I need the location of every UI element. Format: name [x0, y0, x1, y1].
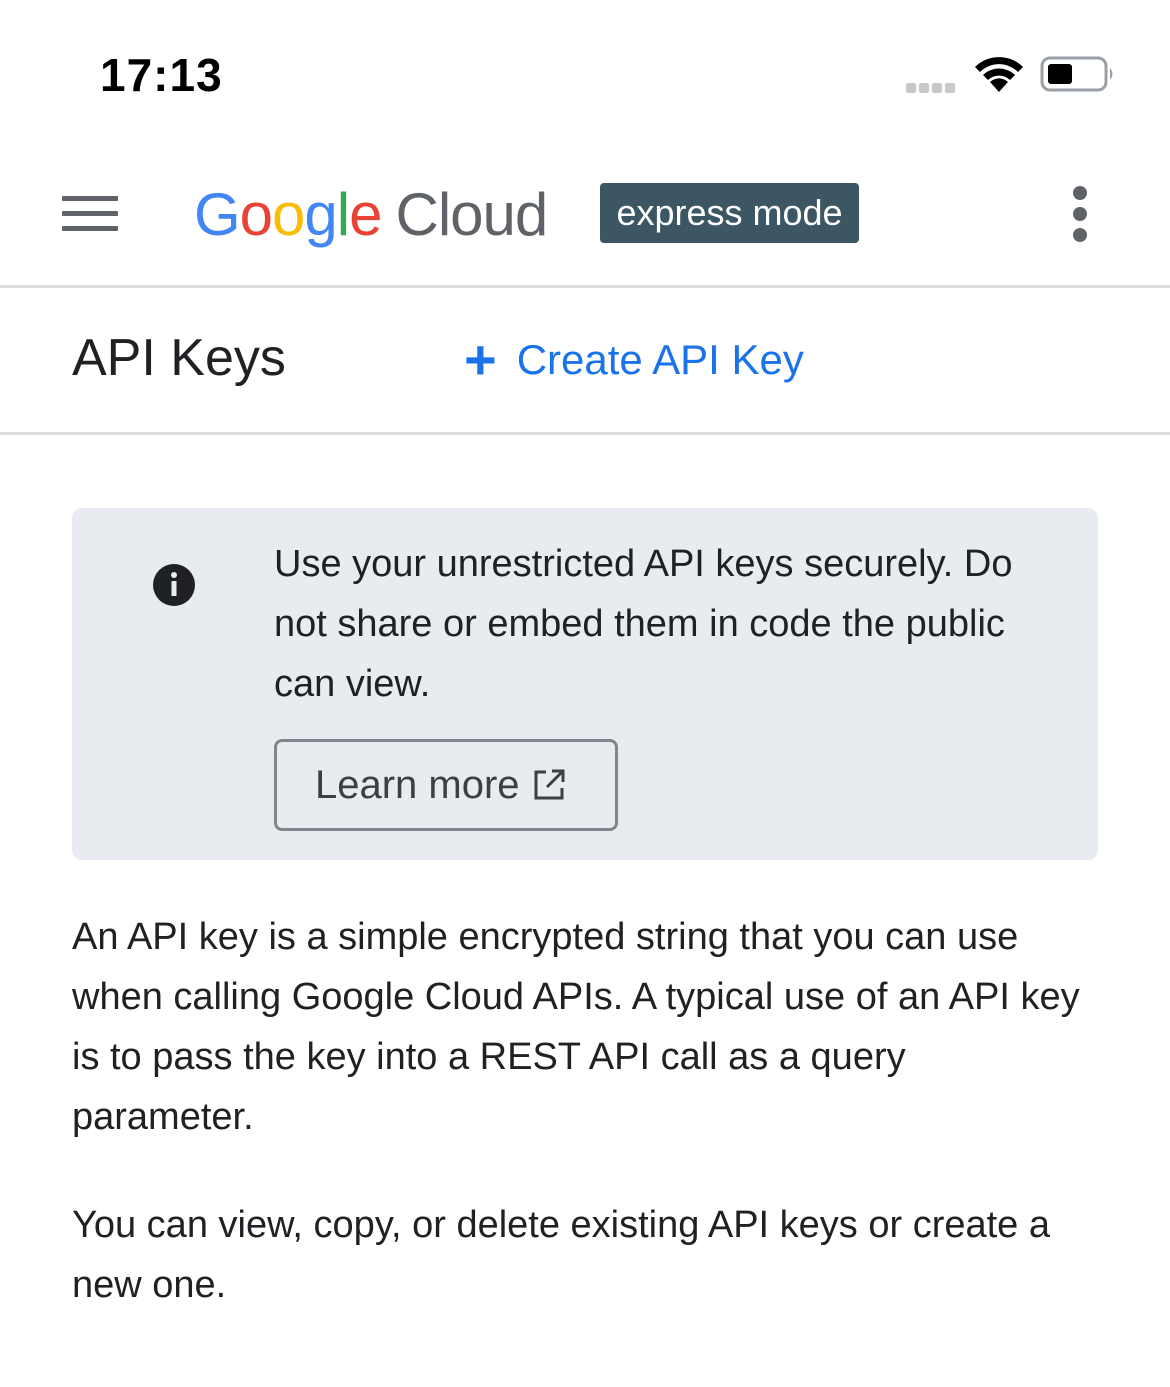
more-vert-icon[interactable] — [1060, 186, 1100, 242]
security-info-banner: Use your unrestricted API keys securely.… — [72, 508, 1098, 860]
learn-more-label: Learn more — [315, 762, 520, 807]
app-bar: Google Cloud express mode — [0, 150, 1170, 286]
cellular-signal-icon — [906, 80, 960, 93]
banner-message: Use your unrestricted API keys securely.… — [274, 543, 1013, 705]
logo-letter: g — [304, 181, 337, 248]
google-cloud-logo[interactable]: Google Cloud — [194, 180, 549, 250]
description-paragraph: An API key is a simple encrypted string … — [72, 916, 1080, 1138]
create-api-key-button[interactable]: + Create API Key — [464, 330, 804, 390]
open-in-new-icon — [534, 769, 565, 800]
logo-letter: o — [272, 181, 305, 248]
create-api-key-label: Create API Key — [516, 336, 804, 383]
logo-cloud-text: Cloud — [395, 181, 549, 248]
plus-icon: + — [464, 328, 497, 391]
header-divider — [0, 432, 1170, 435]
app-bar-divider — [0, 285, 1170, 288]
instructions-paragraph: You can view, copy, or delete existing A… — [72, 1204, 1050, 1306]
logo-letter: l — [336, 181, 350, 248]
status-time: 17:13 — [100, 49, 223, 101]
logo-letter: e — [349, 181, 382, 248]
info-icon — [152, 563, 196, 607]
express-mode-badge: express mode — [600, 183, 859, 243]
logo-letter: G — [194, 181, 241, 248]
learn-more-button[interactable]: Learn more — [274, 739, 618, 831]
page-title: API Keys — [72, 329, 286, 387]
hamburger-menu-icon[interactable] — [62, 196, 118, 236]
status-bar: 17:13 — [0, 0, 1170, 150]
logo-letter: o — [239, 181, 273, 248]
wifi-icon — [972, 52, 1026, 94]
battery-icon — [1040, 56, 1116, 92]
